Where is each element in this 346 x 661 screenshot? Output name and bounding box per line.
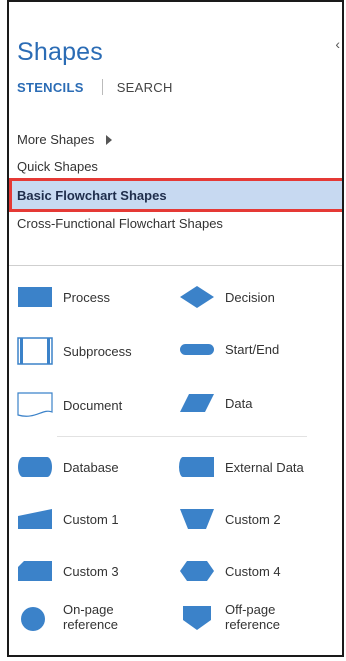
shape-label: Off-page reference xyxy=(225,602,280,632)
shape-on-page-reference[interactable]: On-page reference xyxy=(17,602,118,632)
shape-label-line: Off-page xyxy=(225,602,276,617)
tab-stencils[interactable]: STENCILS xyxy=(17,80,84,95)
shape-label: On-page reference xyxy=(63,602,118,632)
tab-search[interactable]: SEARCH xyxy=(117,80,173,95)
menu-item-more-shapes[interactable]: More Shapes xyxy=(9,126,342,153)
menu-item-basic-flowchart-shapes[interactable]: Basic Flowchart Shapes xyxy=(9,178,342,212)
shape-label: Start/End xyxy=(225,341,280,357)
external-data-shape-icon xyxy=(179,457,214,477)
stencil-menu: More Shapes Quick Shapes Basic Flowchart… xyxy=(9,126,342,237)
database-shape-icon xyxy=(18,457,52,477)
pane-title: Shapes xyxy=(17,38,103,66)
shape-label: Custom 3 xyxy=(63,563,119,579)
shape-custom-4[interactable]: Custom 4 xyxy=(179,558,281,584)
shape-label-line: On-page xyxy=(63,602,114,617)
on-page-reference-shape-icon xyxy=(21,607,45,631)
collapse-chevron-icon[interactable]: ‹ xyxy=(335,36,340,52)
menu-item-label: More Shapes xyxy=(17,132,95,147)
custom1-shape-icon xyxy=(18,509,52,529)
custom4-shape-icon xyxy=(180,561,214,581)
shape-row: Custom 3 Custom 4 xyxy=(17,558,337,592)
menu-item-label: Basic Flowchart Shapes xyxy=(17,187,167,203)
shape-row: On-page reference Off-page reference xyxy=(17,602,337,642)
shape-row: Database External Data xyxy=(17,454,337,488)
shape-label: Decision xyxy=(225,289,275,305)
shape-label: Subprocess xyxy=(63,343,132,359)
menu-item-label: Cross-Functional Flowchart Shapes xyxy=(17,216,223,231)
shape-row: Custom 1 Custom 2 xyxy=(17,506,337,540)
shapes-pane: Shapes ‹ STENCILS SEARCH More Shapes Qui… xyxy=(7,0,344,657)
shape-decision[interactable]: Decision xyxy=(179,284,275,310)
shape-custom-3[interactable]: Custom 3 xyxy=(17,558,119,584)
shape-label: Process xyxy=(63,289,110,305)
shape-row: Subprocess Start/End xyxy=(17,336,337,370)
menu-item-quick-shapes[interactable]: Quick Shapes xyxy=(9,153,342,180)
start-end-shape-icon xyxy=(180,344,214,355)
section-divider xyxy=(9,265,342,266)
shape-label-line: reference xyxy=(63,617,118,632)
shape-label: Data xyxy=(225,395,253,411)
decision-shape-icon xyxy=(180,286,214,308)
shape-group-divider xyxy=(57,436,307,437)
shape-custom-1[interactable]: Custom 1 xyxy=(17,506,119,532)
custom2-shape-icon xyxy=(180,509,214,529)
subprocess-shape-icon xyxy=(17,337,53,365)
menu-item-label: Quick Shapes xyxy=(17,159,98,174)
shape-label: External Data xyxy=(225,459,304,475)
shape-label-line: reference xyxy=(225,617,280,632)
process-shape-icon xyxy=(18,287,52,307)
shape-row: Document Data xyxy=(17,390,337,424)
shape-label: Database xyxy=(63,459,119,475)
shape-document[interactable]: Document xyxy=(17,390,122,420)
shape-subprocess[interactable]: Subprocess xyxy=(17,336,132,366)
document-shape-icon xyxy=(17,392,53,417)
shape-label: Custom 1 xyxy=(63,511,119,527)
chevron-right-icon xyxy=(106,134,113,145)
shape-off-page-reference[interactable]: Off-page reference xyxy=(179,602,280,632)
shape-process[interactable]: Process xyxy=(17,284,110,310)
pane-tabs: STENCILS SEARCH xyxy=(17,78,173,96)
data-shape-icon xyxy=(180,394,214,412)
shape-custom-2[interactable]: Custom 2 xyxy=(179,506,281,532)
shape-label: Custom 2 xyxy=(225,511,281,527)
shape-external-data[interactable]: External Data xyxy=(179,454,304,480)
shape-label: Custom 4 xyxy=(225,563,281,579)
off-page-reference-shape-icon xyxy=(183,606,211,630)
shape-label: Document xyxy=(63,397,123,413)
shape-row: Process Decision xyxy=(17,284,337,318)
shape-start-end[interactable]: Start/End xyxy=(179,336,279,362)
menu-item-cross-functional-flowchart-shapes[interactable]: Cross-Functional Flowchart Shapes xyxy=(9,210,342,237)
tab-separator xyxy=(101,79,103,95)
shape-database[interactable]: Database xyxy=(17,454,119,480)
custom3-shape-icon xyxy=(18,561,52,581)
shape-data[interactable]: Data xyxy=(179,390,252,416)
